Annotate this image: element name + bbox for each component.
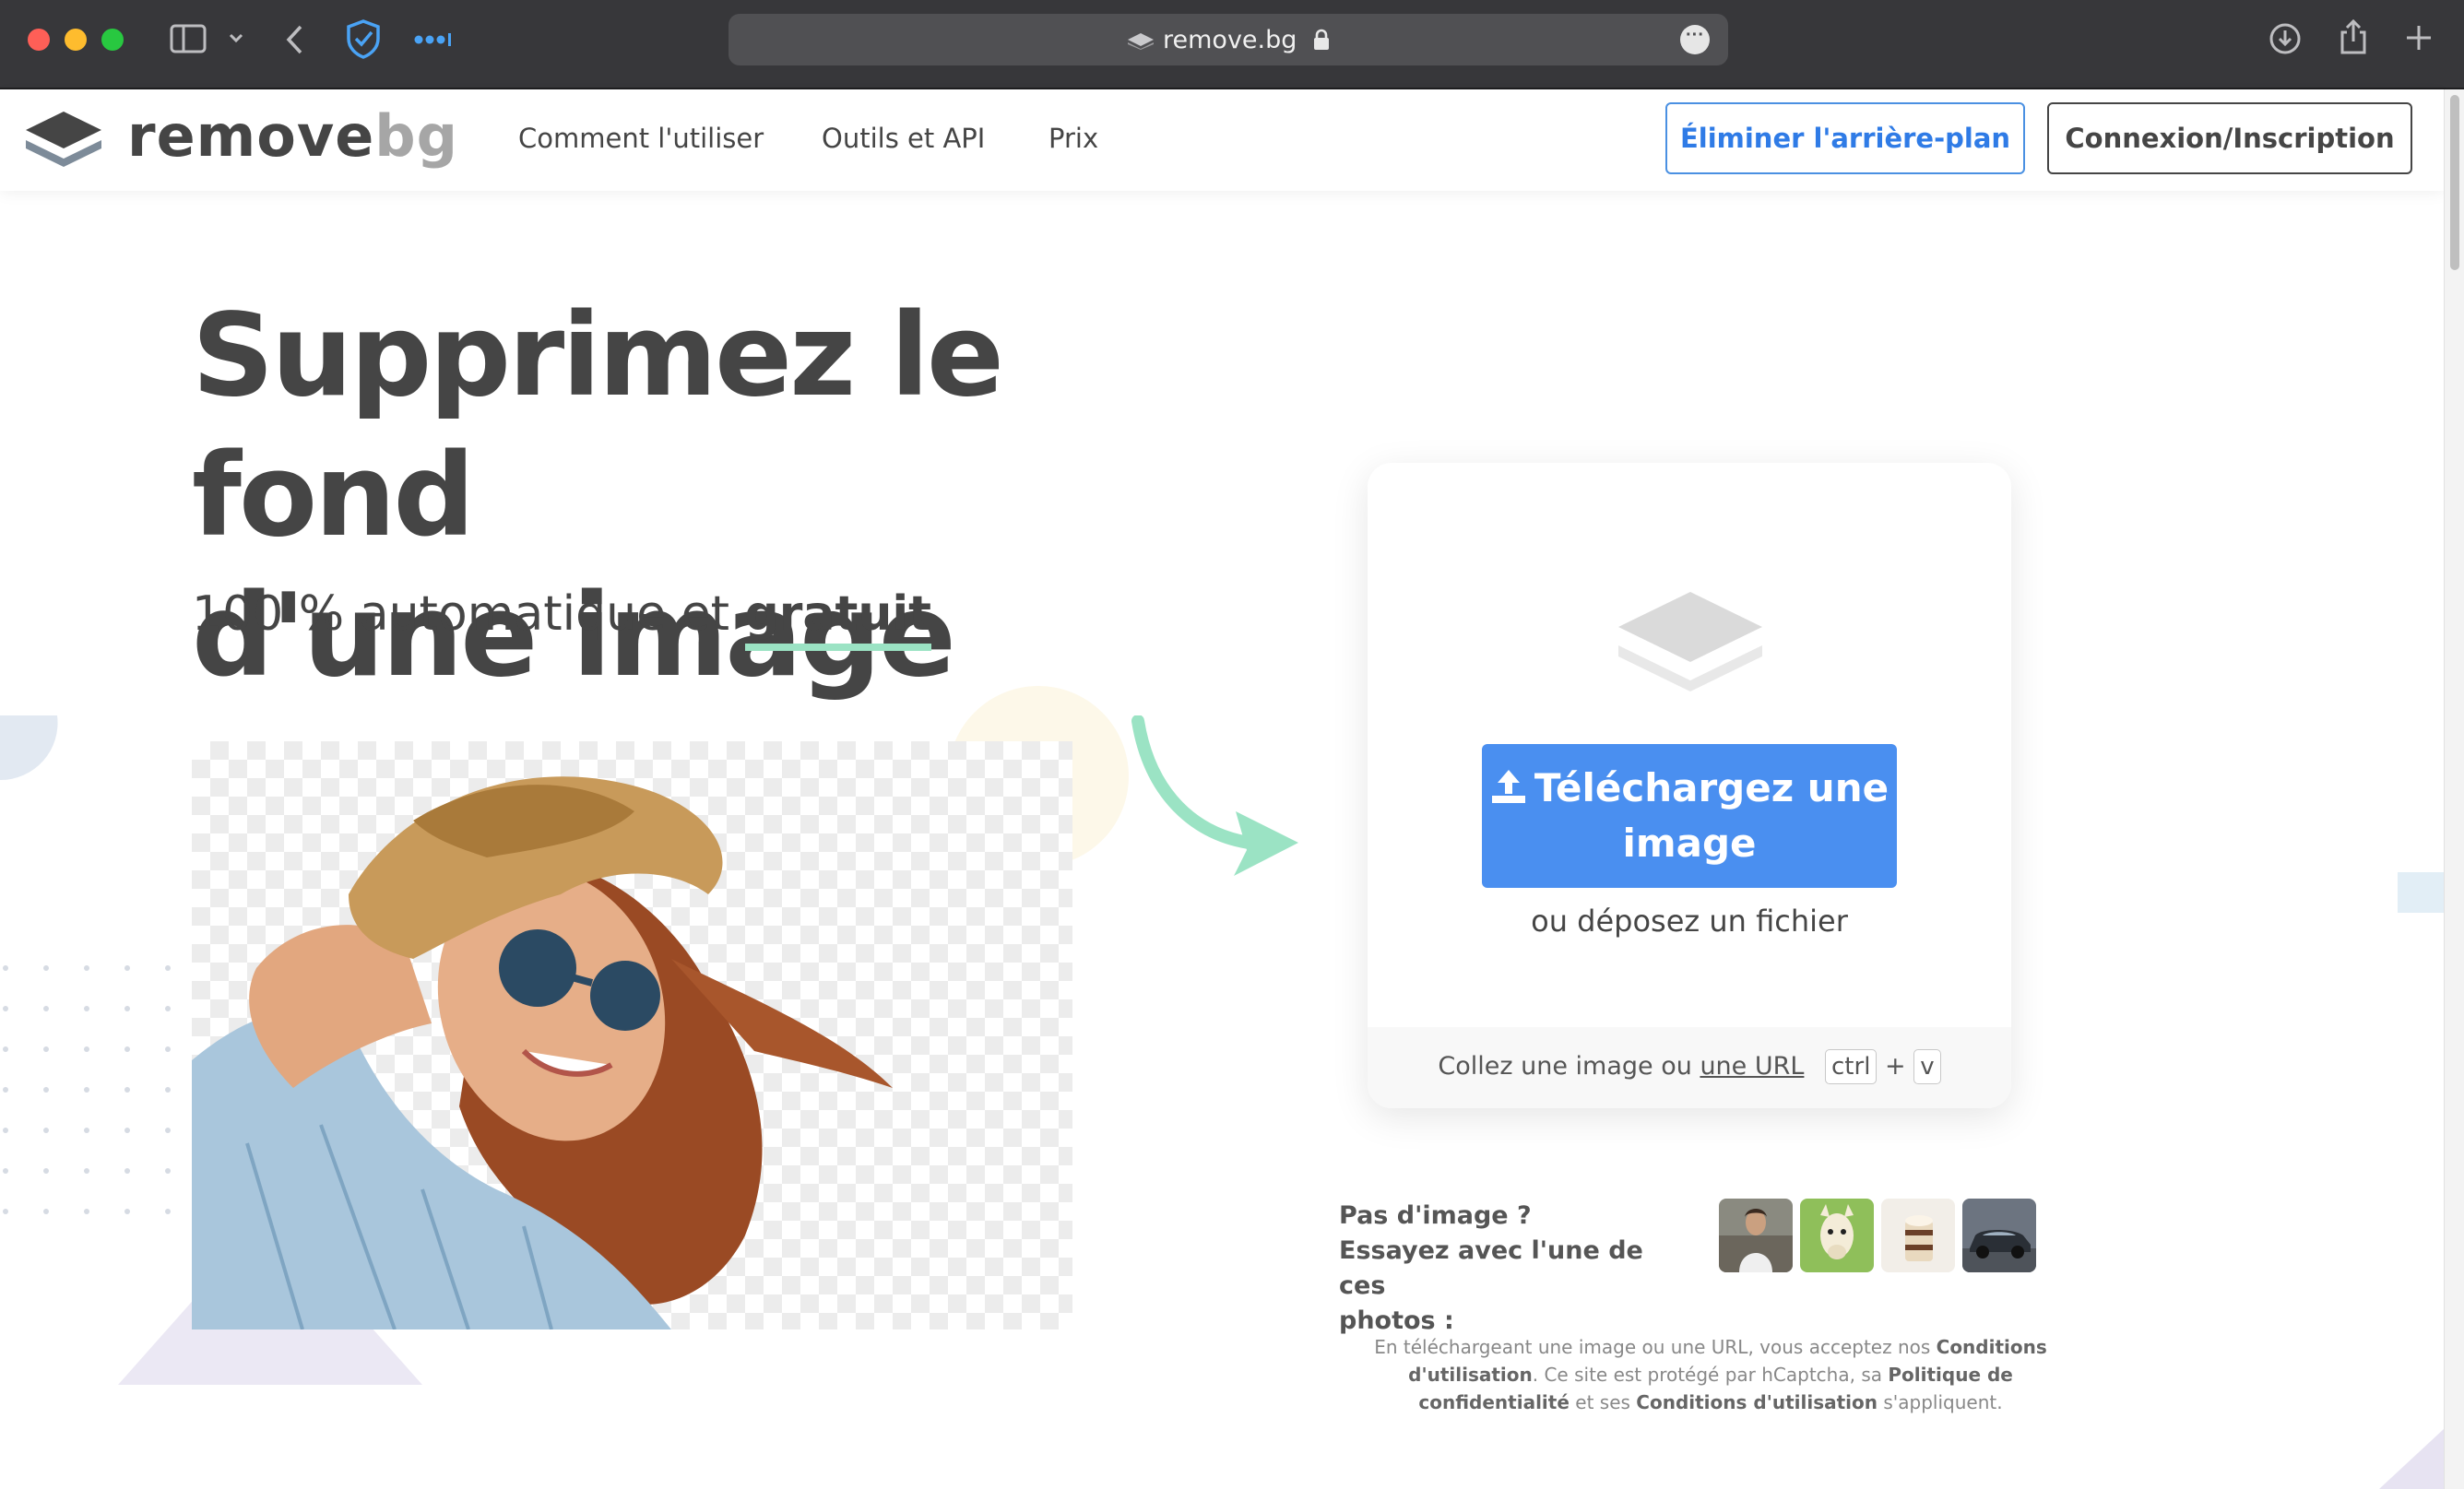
remove-background-button[interactable]: Éliminer l'arrière-plan [1665,102,2025,174]
logo-layers-icon[interactable] [24,110,103,169]
paste-prefix: Collez une image ou [1438,1052,1700,1081]
arrow-icon [1131,715,1298,876]
hero-subtitle: 100 % automatique et gratuit [192,586,932,651]
try-line1: Pas d'image ? [1339,1201,1532,1230]
close-window-button[interactable] [28,29,50,51]
decor-semicircle [0,715,58,780]
back-icon[interactable] [284,24,304,55]
hero-subtitle-highlight: gratuit [744,586,932,651]
logo-wordmark[interactable]: removebg [127,102,458,170]
hero-subtitle-prefix: 100 % automatique et [192,586,745,642]
sample-thumb-woman[interactable] [1719,1199,1793,1272]
new-tab-icon[interactable] [2405,24,2433,52]
upload-card[interactable]: Téléchargez une image ou déposez un fich… [1368,463,2011,1108]
legal-text-3: et ses [1569,1391,1637,1413]
upload-icon [1490,764,1527,803]
layers-icon [1618,592,1762,691]
paste-instructions: Collez une image ou une URL ctrl + v [1368,1049,2011,1084]
legal-text-1: En téléchargeant une image ou une URL, v… [1374,1336,1937,1358]
url-label: remove.bg [1163,26,1297,54]
legal-text-2: . Ce site est protégé par hCaptcha, sa [1532,1364,1889,1386]
decor-corner-triangle [2379,1429,2444,1489]
decor-square [2398,872,2444,913]
nav-tools-api[interactable]: Outils et API [822,123,985,154]
site-favicon-icon [1126,28,1155,50]
decor-dots [3,965,171,1214]
sample-thumb-cake[interactable] [1881,1199,1955,1272]
address-bar[interactable]: remove.bg ··· [729,14,1728,65]
page-scrollbar[interactable] [2444,89,2464,1489]
ctrl-key: ctrl [1825,1049,1878,1084]
legal-notice: En téléchargeant une image ou une URL, v… [1346,1333,2075,1416]
nav-pricing[interactable]: Prix [1048,123,1098,154]
v-key: v [1913,1049,1941,1084]
logo-text-main: remove [127,102,375,170]
site-header: removebg Comment l'utiliser Outils et AP… [0,89,2444,191]
sidebar-icon[interactable] [170,24,207,53]
zoom-window-button[interactable] [101,29,124,51]
paste-url-link[interactable]: une URL [1700,1052,1804,1081]
plus-sign: + [1885,1052,1906,1081]
sample-thumb-alpaca[interactable] [1800,1199,1874,1272]
woman-cutout-image [192,776,893,1329]
shield-icon[interactable] [345,18,382,59]
hero-title-line1: Supprimez le fond [192,290,1004,562]
login-signup-button[interactable]: Connexion/Inscription [2047,102,2412,174]
hcaptcha-terms-link[interactable]: Conditions d'utilisation [1636,1391,1878,1413]
upload-button-line2: image [1622,821,1757,866]
try-line2: Essayez avec l'une de ces [1339,1236,1643,1300]
paste-bar: Collez une image ou une URL ctrl + v [1368,1027,2011,1108]
upload-image-button[interactable]: Téléchargez une image [1482,744,1897,888]
download-icon[interactable] [2269,22,2302,55]
nav-how-to-use[interactable]: Comment l'utiliser [518,123,764,154]
legal-text-4: s'appliquent. [1878,1391,2003,1413]
address-text: remove.bg [729,26,1728,54]
drop-file-text: ou déposez un fichier [1531,904,1848,939]
sample-thumb-car[interactable] [1962,1199,2036,1272]
share-icon[interactable] [2339,18,2368,55]
logo-text-accent: bg [374,102,459,170]
try-samples-text: Pas d'image ? Essayez avec l'une de ces … [1339,1199,1689,1339]
upload-button-line1: Téléchargez une [1534,765,1889,810]
browser-toolbar: remove.bg ··· [0,0,2464,89]
page-menu-button[interactable]: ··· [1680,25,1710,54]
extensions-icon[interactable] [413,33,454,46]
chevron-down-icon[interactable] [229,33,243,44]
scrollbar-thumb[interactable] [2450,95,2459,270]
lock-icon [1312,29,1331,51]
minimize-window-button[interactable] [65,29,87,51]
